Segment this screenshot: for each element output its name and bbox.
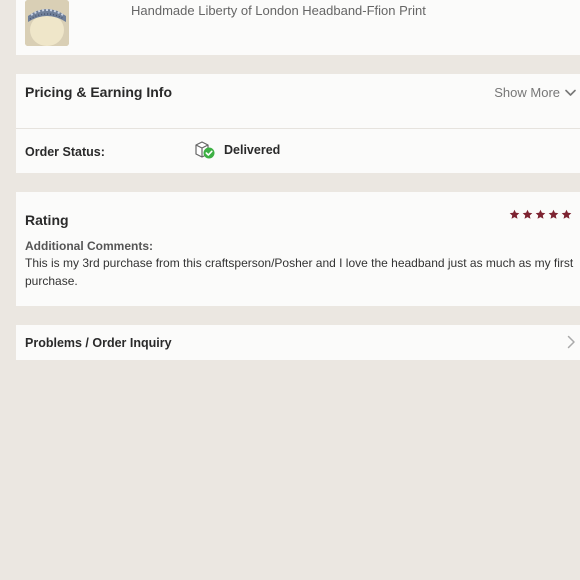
star-icon — [535, 209, 546, 219]
product-card[interactable]: Handmade Liberty of London Headband-Ffio… — [16, 0, 580, 55]
rating-card: Rating Additional Comments: This is my 3… — [16, 192, 580, 306]
pricing-card: Pricing & Earning Info Show More Order S… — [16, 74, 580, 173]
order-status-label: Order Status: — [25, 145, 105, 159]
star-icon — [561, 209, 572, 219]
order-status-value-group: Delivered — [194, 140, 280, 160]
order-status-row: Order Status: Delivered — [16, 129, 580, 173]
show-more-label: Show More — [494, 85, 560, 100]
chevron-right-icon — [567, 335, 575, 349]
comments-text: This is my 3rd purchase from this crafts… — [25, 256, 574, 288]
star-icon — [509, 209, 520, 219]
star-icon — [522, 209, 533, 219]
pricing-earning-row[interactable]: Pricing & Earning Info Show More — [16, 74, 580, 129]
rating-title: Rating — [25, 212, 69, 228]
order-status-value: Delivered — [224, 143, 281, 157]
product-title[interactable]: Handmade Liberty of London Headband-Ffio… — [131, 3, 426, 18]
star-icon — [548, 209, 559, 219]
product-thumbnail[interactable] — [25, 0, 69, 46]
star-rating — [509, 209, 572, 220]
delivered-box-check-icon — [195, 141, 215, 159]
comments-label: Additional Comments: — [25, 239, 153, 253]
show-more-button[interactable]: Show More — [494, 85, 576, 100]
problems-order-inquiry-row[interactable]: Problems / Order Inquiry — [16, 325, 580, 360]
problems-label: Problems / Order Inquiry — [25, 336, 172, 350]
pricing-title: Pricing & Earning Info — [25, 84, 173, 100]
chevron-down-icon — [565, 89, 576, 96]
